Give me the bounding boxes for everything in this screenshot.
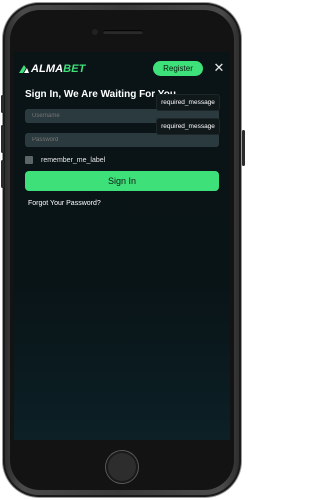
- logo-prefix: ALMA: [31, 63, 64, 75]
- remember-me-checkbox[interactable]: [25, 156, 33, 164]
- earpiece-speaker: [103, 30, 143, 34]
- username-required-tooltip: required_message: [157, 95, 219, 110]
- brand-logo-text: ALMABET: [31, 63, 85, 75]
- phone-screen: ALMABET Register ✕ Sign In, We Are Waiti…: [14, 52, 230, 440]
- almabet-logo-icon: [19, 65, 29, 73]
- front-camera: [92, 29, 98, 35]
- remember-me-row[interactable]: remember_me_label: [25, 155, 105, 165]
- password-required-tooltip: required_message: [157, 119, 219, 134]
- power-button: [242, 130, 245, 166]
- volume-down-button: [1, 160, 4, 188]
- password-input[interactable]: [25, 133, 219, 147]
- app-header: ALMABET Register ✕: [14, 59, 230, 79]
- sign-in-button[interactable]: Sign In: [25, 171, 219, 191]
- brand-logo[interactable]: ALMABET: [18, 62, 85, 76]
- volume-button: [1, 95, 4, 113]
- close-icon[interactable]: ✕: [213, 61, 225, 75]
- remember-me-label: remember_me_label: [41, 156, 106, 164]
- volume-up-button: [1, 125, 4, 153]
- forgot-password-link[interactable]: Forgot Your Password?: [28, 200, 101, 207]
- home-button[interactable]: [106, 451, 138, 483]
- register-button[interactable]: Register: [153, 61, 203, 76]
- logo-suffix: BET: [63, 63, 86, 75]
